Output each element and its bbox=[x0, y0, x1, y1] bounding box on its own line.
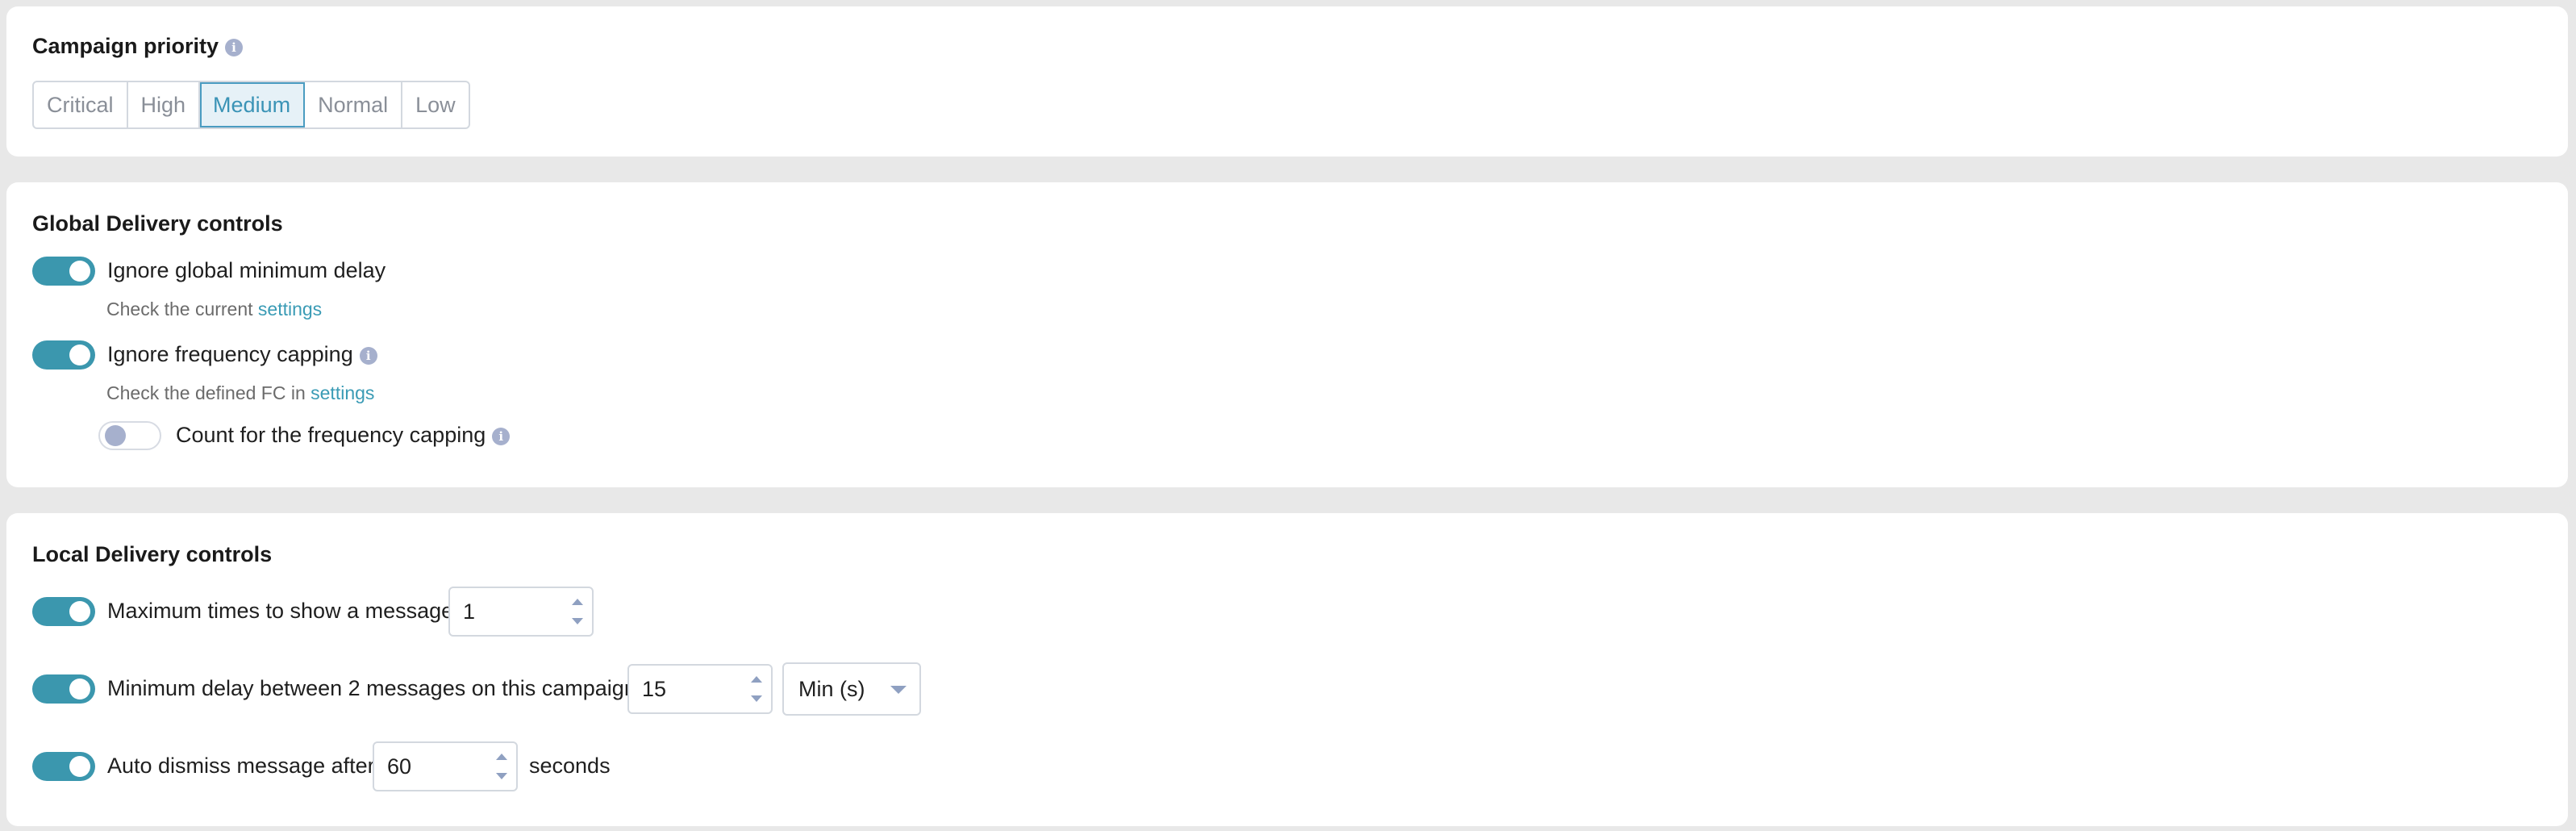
priority-normal-button[interactable]: Normal bbox=[305, 82, 403, 127]
max-times-stepper[interactable] bbox=[571, 596, 584, 627]
max-times-value: 1 bbox=[463, 599, 476, 624]
toggle-knob bbox=[69, 261, 90, 282]
priority-low-button[interactable]: Low bbox=[402, 82, 469, 127]
auto-dismiss-label: Auto dismiss message after bbox=[107, 754, 375, 778]
ignore-frequency-capping-hint: Check the defined FC in settings bbox=[106, 382, 374, 404]
priority-medium-button[interactable]: Medium bbox=[200, 82, 306, 127]
info-icon[interactable]: i bbox=[492, 427, 511, 445]
toggle-knob bbox=[69, 756, 90, 777]
count-frequency-capping-toggle[interactable] bbox=[98, 421, 161, 450]
auto-dismiss-toggle[interactable] bbox=[32, 752, 95, 781]
toggle-knob bbox=[69, 679, 90, 699]
chevron-up-icon[interactable] bbox=[496, 754, 507, 760]
chevron-down-icon[interactable] bbox=[751, 695, 762, 702]
min-delay-label: Minimum delay between 2 messages on this… bbox=[107, 676, 636, 700]
min-delay-toggle[interactable] bbox=[32, 674, 95, 704]
max-times-label: Maximum times to show a message bbox=[107, 599, 454, 623]
toggle-knob bbox=[69, 601, 90, 622]
count-frequency-capping-label-text: Count for the frequency capping bbox=[176, 423, 486, 447]
chevron-down-icon[interactable] bbox=[496, 773, 507, 779]
auto-dismiss-suffix: seconds bbox=[529, 754, 611, 778]
campaign-priority-title: Campaign priority i bbox=[32, 34, 244, 59]
max-times-input[interactable]: 1 bbox=[448, 587, 594, 637]
campaign-priority-panel: Campaign priority i Critical High Medium … bbox=[6, 6, 2568, 157]
count-frequency-capping-label: Count for the frequency capping i bbox=[176, 423, 511, 448]
min-delay-unit-value: Min (s) bbox=[798, 677, 865, 701]
chevron-down-icon[interactable] bbox=[890, 686, 907, 694]
ignore-min-delay-toggle[interactable] bbox=[32, 257, 95, 286]
priority-segmented-control: Critical High Medium Normal Low bbox=[32, 81, 470, 129]
min-delay-value: 15 bbox=[642, 677, 667, 701]
ignore-min-delay-hint: Check the current settings bbox=[106, 299, 322, 320]
auto-dismiss-value: 60 bbox=[387, 754, 412, 779]
ignore-frequency-capping-label-text: Ignore frequency capping bbox=[107, 342, 353, 366]
priority-high-button[interactable]: High bbox=[128, 82, 201, 127]
info-icon[interactable]: i bbox=[225, 38, 244, 56]
max-times-toggle[interactable] bbox=[32, 597, 95, 626]
toggle-knob bbox=[105, 425, 126, 446]
settings-link[interactable]: settings bbox=[311, 382, 374, 403]
info-icon[interactable]: i bbox=[359, 346, 377, 365]
chevron-up-icon[interactable] bbox=[572, 599, 583, 605]
auto-dismiss-input[interactable]: 60 bbox=[373, 741, 518, 791]
local-delivery-title: Local Delivery controls bbox=[32, 542, 273, 566]
global-delivery-title: Global Delivery controls bbox=[32, 211, 283, 236]
priority-critical-button[interactable]: Critical bbox=[34, 82, 128, 127]
auto-dismiss-stepper[interactable] bbox=[495, 751, 508, 782]
campaign-priority-title-text: Campaign priority bbox=[32, 34, 219, 58]
min-delay-input[interactable]: 15 bbox=[627, 664, 773, 714]
toggle-knob bbox=[69, 345, 90, 365]
local-delivery-panel: Local Delivery controls Maximum times to… bbox=[6, 513, 2568, 826]
chevron-down-icon[interactable] bbox=[572, 618, 583, 624]
ignore-frequency-capping-hint-text: Check the defined FC in bbox=[106, 382, 306, 403]
ignore-min-delay-hint-text: Check the current bbox=[106, 299, 253, 319]
ignore-min-delay-label: Ignore global minimum delay bbox=[107, 258, 386, 282]
chevron-up-icon[interactable] bbox=[751, 676, 762, 683]
settings-link[interactable]: settings bbox=[258, 299, 322, 319]
ignore-frequency-capping-label: Ignore frequency capping i bbox=[107, 342, 377, 367]
min-delay-unit-select[interactable]: Min (s) bbox=[782, 662, 921, 716]
ignore-frequency-capping-toggle[interactable] bbox=[32, 340, 95, 370]
global-delivery-panel: Global Delivery controls Ignore global m… bbox=[6, 182, 2568, 487]
min-delay-stepper[interactable] bbox=[750, 674, 763, 704]
